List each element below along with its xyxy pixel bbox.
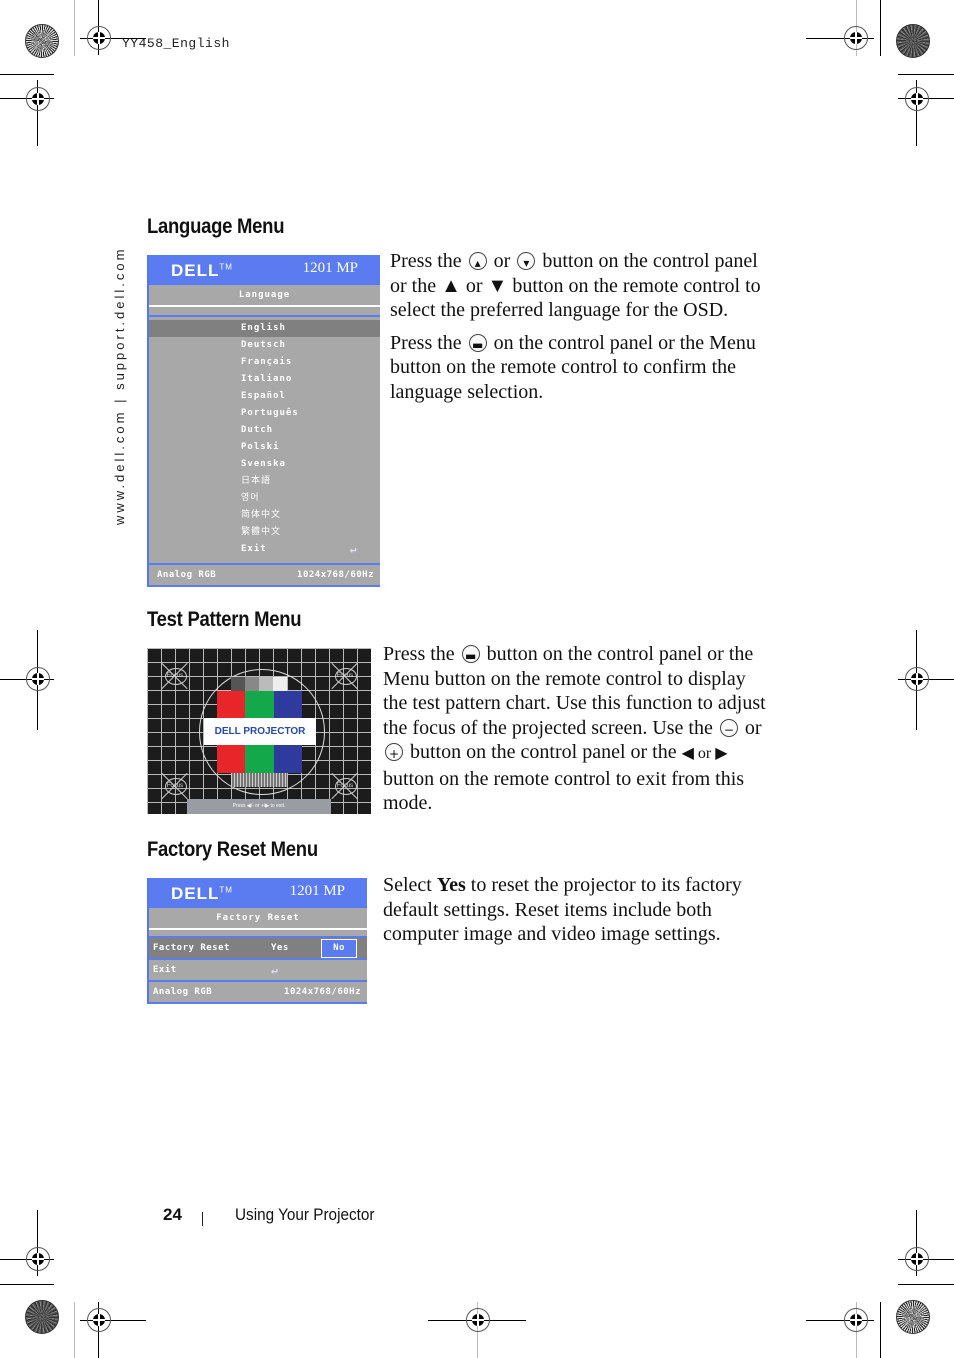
language-instructions: Press the ▴ or ▾ button on the control p… xyxy=(390,249,775,412)
no-option[interactable]: No xyxy=(321,939,357,958)
menu-button-icon: ▬ xyxy=(468,333,487,352)
focus-target-bottom-right: Focus xyxy=(331,772,359,800)
crosshair-mark xyxy=(85,24,113,52)
factory-reset-menu-heading: Factory Reset Menu xyxy=(147,838,318,861)
return-arrow-icon: ↩ xyxy=(271,964,279,978)
factory-reset-osd: DELLTM 1201 MP Factory Reset Factory Res… xyxy=(147,878,367,1004)
starburst-mark-top-right xyxy=(896,24,930,58)
language-osd: DELLTM 1201 MP Language English Deutsch … xyxy=(147,255,380,587)
language-item-svenska[interactable]: Svenska xyxy=(149,456,380,473)
test-pattern-menu-heading: Test Pattern Menu xyxy=(147,608,302,631)
language-item-polski[interactable]: Polski xyxy=(149,439,380,456)
green-bar-bottom xyxy=(245,745,274,773)
focus-target-top-left: Focus xyxy=(161,662,189,690)
starburst-mark-bottom-left xyxy=(25,1300,59,1334)
language-item-francais[interactable]: Français xyxy=(149,354,380,371)
focus-target-bottom-left: Focus xyxy=(161,772,189,800)
menu-button-icon: ▬ xyxy=(461,645,480,663)
exit-hint-bar: Press ◀/- or +/▶ to exit. xyxy=(187,799,331,814)
crosshair-mark xyxy=(24,665,52,693)
crosshair-mark xyxy=(24,85,52,113)
trim-line xyxy=(74,0,75,56)
dell-logo: DELLTM xyxy=(171,884,233,903)
test-pattern-instructions: Press the ▬ button on the control panel … xyxy=(383,643,766,814)
resolution-lines xyxy=(231,773,287,787)
osd-title: Factory Reset xyxy=(149,908,367,930)
osd-header: DELLTM 1201 MP xyxy=(149,878,367,908)
minus-button-icon: − xyxy=(719,718,738,737)
green-bar-top xyxy=(245,691,274,719)
osd-title: Language xyxy=(149,285,380,307)
focus-target-top-right: Focus xyxy=(331,662,359,690)
osd-status-bar: Analog RGB 1024x768/60Hz xyxy=(149,563,380,587)
factory-reset-instructions: Select Yes to reset the projector to its… xyxy=(383,874,742,945)
resolution: 1024x768/60Hz xyxy=(297,570,374,580)
blue-bar-top xyxy=(274,691,302,719)
left-right-arrow-icons: ◀ or ▶ xyxy=(681,745,728,762)
chapter-title: Using Your Projector xyxy=(235,1205,375,1224)
crosshair-mark xyxy=(903,85,931,113)
language-item-exit[interactable]: Exit ↩ xyxy=(149,541,380,558)
exit-row[interactable]: Exit ↩ xyxy=(149,958,367,980)
starburst-mark-top-left xyxy=(25,24,59,58)
input-source: Analog RGB xyxy=(153,987,213,997)
starburst-mark-bottom-right xyxy=(896,1300,930,1334)
blue-bar-bottom xyxy=(274,745,302,773)
language-item-korean[interactable]: 영어 xyxy=(149,490,380,507)
yes-option[interactable]: Yes xyxy=(271,938,289,958)
crosshair-mark xyxy=(903,1245,931,1273)
red-bar-bottom xyxy=(217,745,245,773)
gray-bar xyxy=(273,677,287,691)
crosshair-mark xyxy=(842,24,870,52)
test-pattern-label: DELL PROJECTOR xyxy=(204,718,316,745)
gray-bar xyxy=(231,677,245,691)
crosshair-mark xyxy=(903,665,931,693)
crosshair-mark xyxy=(464,1306,492,1334)
language-item-dutch[interactable]: Dutch xyxy=(149,422,380,439)
model-name: 1201 MP xyxy=(289,883,345,899)
language-item-italiano[interactable]: Italiano xyxy=(149,371,380,388)
factory-reset-label: Factory Reset xyxy=(153,943,230,953)
input-source: Analog RGB xyxy=(157,570,217,580)
side-url: www.dell.com | support.dell.com xyxy=(112,246,127,525)
language-item-english[interactable]: English xyxy=(149,320,380,337)
gray-bar xyxy=(259,677,273,691)
resolution: 1024x768/60Hz xyxy=(284,987,361,997)
language-item-deutsch[interactable]: Deutsch xyxy=(149,337,380,354)
language-item-espanol[interactable]: Español xyxy=(149,388,380,405)
test-pattern-image: DELL PROJECTOR Focus Focus Focus Focus P… xyxy=(147,648,371,814)
crosshair-mark xyxy=(842,1306,870,1334)
crosshair-mark xyxy=(24,1245,52,1273)
dell-logo: DELLTM xyxy=(171,261,233,280)
factory-reset-row: Factory Reset Yes No xyxy=(149,938,367,958)
language-item-traditional-chinese[interactable]: 繁體中文 xyxy=(149,524,380,541)
osd-header: DELLTM 1201 MP xyxy=(149,255,380,285)
yes-keyword: Yes xyxy=(436,874,466,896)
language-item-japanese[interactable]: 日本語 xyxy=(149,473,380,490)
language-item-simplified-chinese[interactable]: 简体中文 xyxy=(149,507,380,524)
down-button-icon: ▾ xyxy=(517,252,536,270)
plus-button-icon: + xyxy=(385,743,403,761)
language-paragraph-1: Press the ▴ or ▾ button on the control p… xyxy=(390,250,761,321)
up-button-icon: ▴ xyxy=(468,252,487,270)
job-id-label: YY458_English xyxy=(122,36,230,51)
gray-bar xyxy=(245,677,259,691)
footer-divider xyxy=(202,1212,203,1226)
page-number: 24 xyxy=(163,1205,182,1224)
language-menu-heading: Language Menu xyxy=(147,215,285,238)
language-paragraph-2: Press the ▬ on the control panel or the … xyxy=(390,331,756,403)
osd-status-bar: Analog RGB 1024x768/60Hz xyxy=(149,980,367,1004)
language-item-portugues[interactable]: Português xyxy=(149,405,380,422)
red-bar-top xyxy=(217,691,245,719)
return-arrow-icon: ↩ xyxy=(349,543,358,557)
model-name: 1201 MP xyxy=(302,260,358,276)
crosshair-mark xyxy=(85,1306,113,1334)
